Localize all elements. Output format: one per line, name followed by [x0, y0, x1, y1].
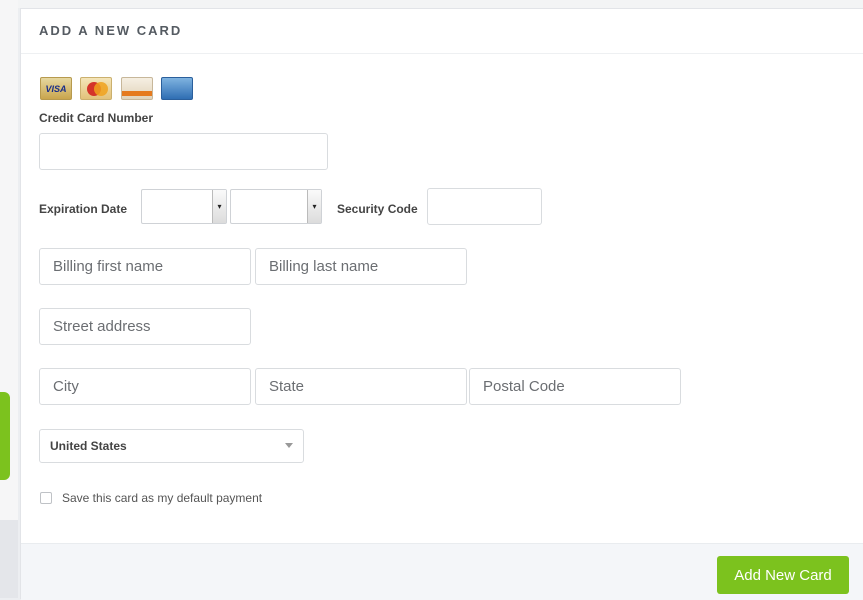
panel-header: ADD A NEW CARD [21, 9, 863, 54]
security-code-input[interactable] [427, 188, 542, 225]
billing-first-name-input[interactable] [39, 248, 251, 285]
city-input[interactable] [39, 368, 251, 405]
state-input[interactable] [255, 368, 467, 405]
side-green-tab[interactable] [0, 392, 10, 480]
billing-last-name-input[interactable] [255, 248, 467, 285]
left-background-lower [0, 520, 18, 598]
default-payment-label[interactable]: Save this card as my default payment [62, 491, 262, 505]
country-value: United States [50, 439, 127, 453]
discover-logo-icon [121, 77, 153, 100]
exp-year-select[interactable]: ▾ [230, 189, 322, 224]
security-code-label: Security Code [337, 202, 418, 216]
amex-logo-icon [161, 77, 193, 100]
mastercard-logo-icon [80, 77, 112, 100]
card-number-input[interactable] [39, 133, 328, 170]
top-strip [0, 0, 863, 8]
country-select[interactable]: United States [39, 429, 304, 463]
card-number-label: Credit Card Number [39, 111, 154, 125]
caret-down-icon [285, 443, 293, 448]
chevron-down-icon: ▾ [307, 190, 321, 223]
add-new-card-button[interactable]: Add New Card [717, 556, 849, 594]
visa-logo-icon: VISA [40, 77, 72, 100]
street-address-input[interactable] [39, 308, 251, 345]
default-payment-checkbox[interactable] [40, 492, 52, 504]
postal-code-input[interactable] [469, 368, 681, 405]
panel-title: ADD A NEW CARD [39, 23, 183, 38]
chevron-down-icon: ▾ [212, 190, 226, 223]
exp-month-select[interactable]: ▾ [141, 189, 227, 224]
expiration-label: Expiration Date [39, 202, 128, 216]
panel-footer: Add New Card [21, 543, 863, 600]
left-background [0, 0, 18, 598]
add-card-panel: ADD A NEW CARD VISA Credit Card Number E… [20, 8, 863, 600]
